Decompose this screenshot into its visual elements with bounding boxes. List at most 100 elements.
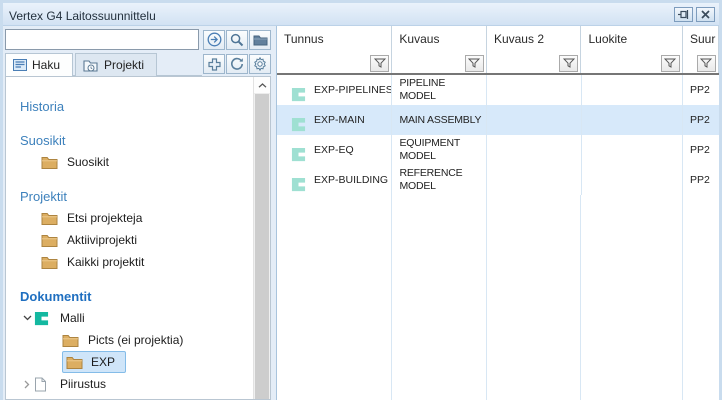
table-row[interactable]: EXP-BUILDING REFERENCE MODEL PP2 bbox=[277, 165, 719, 195]
go-button[interactable] bbox=[203, 30, 225, 50]
list-icon bbox=[13, 59, 27, 71]
cell-luokite bbox=[582, 75, 683, 105]
column-header-tunnus[interactable]: Tunnus bbox=[277, 26, 392, 52]
table-row[interactable]: EXP-MAIN MAIN ASSEMBLY PP2 bbox=[277, 105, 719, 135]
chevron-down-icon[interactable] bbox=[20, 315, 34, 321]
chevron-up-icon bbox=[258, 83, 267, 88]
tree-item-label: Aktiiviprojekti bbox=[64, 231, 142, 249]
search-icon bbox=[230, 33, 244, 47]
tree-selection: EXP bbox=[62, 351, 126, 373]
tab-row: Haku Projekti bbox=[5, 53, 271, 76]
cell-kuvaus2 bbox=[487, 75, 582, 105]
tree-item-etsi-projekteja[interactable]: Etsi projekteja bbox=[6, 207, 253, 229]
tree-item-label: Picts (ei projektia) bbox=[85, 331, 188, 349]
go-arrow-icon bbox=[207, 32, 222, 47]
search-row bbox=[5, 29, 271, 50]
close-button[interactable] bbox=[696, 7, 715, 22]
column-header-kuvaus2[interactable]: Kuvaus 2 bbox=[487, 26, 582, 52]
document-table: Tunnus Kuvaus Kuvaus 2 Luokite Suur EXP-… bbox=[276, 26, 719, 400]
scrollbar-thumb[interactable] bbox=[255, 94, 269, 399]
folder-icon bbox=[41, 211, 58, 226]
pin-icon bbox=[678, 10, 689, 19]
tab-projekti-label: Projekti bbox=[104, 58, 144, 72]
pin-button[interactable] bbox=[674, 7, 693, 22]
tab-buttons bbox=[202, 54, 271, 74]
tree-section-dokumentit[interactable]: Dokumentit bbox=[6, 286, 253, 307]
drawing-icon bbox=[34, 377, 51, 392]
settings-button[interactable] bbox=[249, 54, 271, 74]
tree-item-exp[interactable]: EXP bbox=[6, 351, 253, 373]
tree-item-malli[interactable]: Malli bbox=[6, 307, 253, 329]
cell-kuvaus2 bbox=[487, 135, 582, 165]
table-rows: EXP-PIPELINESPIPELINE MODELPP2 EXP-MAIN MA… bbox=[277, 75, 719, 195]
model-icon bbox=[34, 311, 51, 326]
filter-funnel-button[interactable] bbox=[661, 55, 680, 72]
tree-item-piirustus[interactable]: Piirustus bbox=[6, 373, 253, 395]
table-header: Tunnus Kuvaus Kuvaus 2 Luokite Suur bbox=[277, 26, 719, 52]
model-icon bbox=[291, 87, 307, 103]
tree-section-historia[interactable]: Historia bbox=[6, 96, 253, 117]
tab-projekti[interactable]: Projekti bbox=[75, 53, 157, 76]
filter-funnel-button[interactable] bbox=[370, 55, 389, 72]
folder-icon bbox=[41, 233, 58, 248]
table-row[interactable]: EXP-EQ EQUIPMENT MODEL PP2 bbox=[277, 135, 719, 165]
funnel-icon bbox=[468, 58, 480, 69]
column-header-kuvaus[interactable]: Kuvaus bbox=[392, 26, 487, 52]
folder-icon bbox=[62, 333, 79, 348]
cell-suur: PP2 bbox=[683, 135, 719, 165]
column-header-luokite[interactable]: Luokite bbox=[581, 26, 683, 52]
filter-row bbox=[277, 52, 719, 75]
titlebar: Vertex G4 Laitossuunnittelu bbox=[3, 3, 719, 26]
cell-suur: PP2 bbox=[683, 75, 719, 105]
filter-cell-0[interactable] bbox=[277, 52, 392, 73]
left-panel: Haku Projekti bbox=[3, 26, 273, 400]
tree-item-aktiiviprojekti[interactable]: Aktiiviprojekti bbox=[6, 229, 253, 251]
filter-funnel-button[interactable] bbox=[559, 55, 578, 72]
tree-item-picts-ei-projektia-[interactable]: Picts (ei projektia) bbox=[6, 329, 253, 351]
search-button[interactable] bbox=[226, 30, 248, 50]
tree-section-projektit[interactable]: Projektit bbox=[6, 186, 253, 207]
tree-item-kaikki-projektit[interactable]: Kaikki projektit bbox=[6, 251, 253, 273]
funnel-icon bbox=[374, 58, 386, 69]
open-folder-button[interactable] bbox=[249, 30, 271, 50]
tree-item-suosikit[interactable]: Suosikit bbox=[6, 151, 253, 173]
tree-item-label: Malli bbox=[57, 309, 90, 327]
column-header-suur[interactable]: Suur bbox=[683, 26, 719, 52]
folder-icon bbox=[41, 155, 58, 170]
tree-item-label: Suosikit bbox=[64, 153, 114, 171]
refresh-button[interactable] bbox=[226, 54, 248, 74]
tree-item-label: Piirustus bbox=[57, 375, 111, 393]
filter-cell-2[interactable] bbox=[487, 52, 582, 73]
scrollbar-up-button[interactable] bbox=[254, 77, 270, 94]
search-input[interactable] bbox=[5, 29, 199, 50]
cell-kuvaus: REFERENCE MODEL bbox=[392, 165, 487, 195]
cell-kuvaus: MAIN ASSEMBLY bbox=[392, 105, 487, 135]
filter-cell-3[interactable] bbox=[581, 52, 683, 73]
cell-kuvaus2 bbox=[487, 165, 582, 195]
tree-scrollbar[interactable] bbox=[253, 77, 270, 399]
cell-kuvaus: EQUIPMENT MODEL bbox=[392, 135, 487, 165]
cell-suur: PP2 bbox=[683, 105, 719, 135]
tree-section-suosikit[interactable]: Suosikit bbox=[6, 130, 253, 151]
table-empty-area bbox=[277, 195, 719, 400]
app-window: Vertex G4 Laitossuunnittelu bbox=[0, 0, 722, 400]
cell-suur: PP2 bbox=[683, 165, 719, 195]
cell-tunnus: EXP-BUILDING bbox=[314, 174, 388, 186]
cell-tunnus: EXP-MAIN bbox=[314, 114, 365, 126]
filter-funnel-button[interactable] bbox=[697, 55, 716, 72]
tree: Historia Suosikit Suosikit Projektit Etsi pr… bbox=[6, 77, 253, 399]
cell-kuvaus2 bbox=[487, 105, 582, 135]
folder-icon bbox=[41, 255, 58, 270]
filter-funnel-button[interactable] bbox=[465, 55, 484, 72]
tab-haku[interactable]: Haku bbox=[5, 53, 73, 76]
funnel-icon bbox=[700, 58, 712, 69]
table-row[interactable]: EXP-PIPELINESPIPELINE MODELPP2 bbox=[277, 75, 719, 105]
chevron-right-icon[interactable] bbox=[20, 380, 34, 389]
tree-item-label: Etsi projekteja bbox=[64, 209, 147, 227]
cell-tunnus: EXP-EQ bbox=[314, 144, 354, 156]
add-button[interactable] bbox=[203, 54, 225, 74]
refresh-icon bbox=[230, 57, 244, 71]
filter-cell-4[interactable] bbox=[683, 52, 719, 73]
filter-cell-1[interactable] bbox=[392, 52, 487, 73]
cell-luokite bbox=[582, 135, 683, 165]
